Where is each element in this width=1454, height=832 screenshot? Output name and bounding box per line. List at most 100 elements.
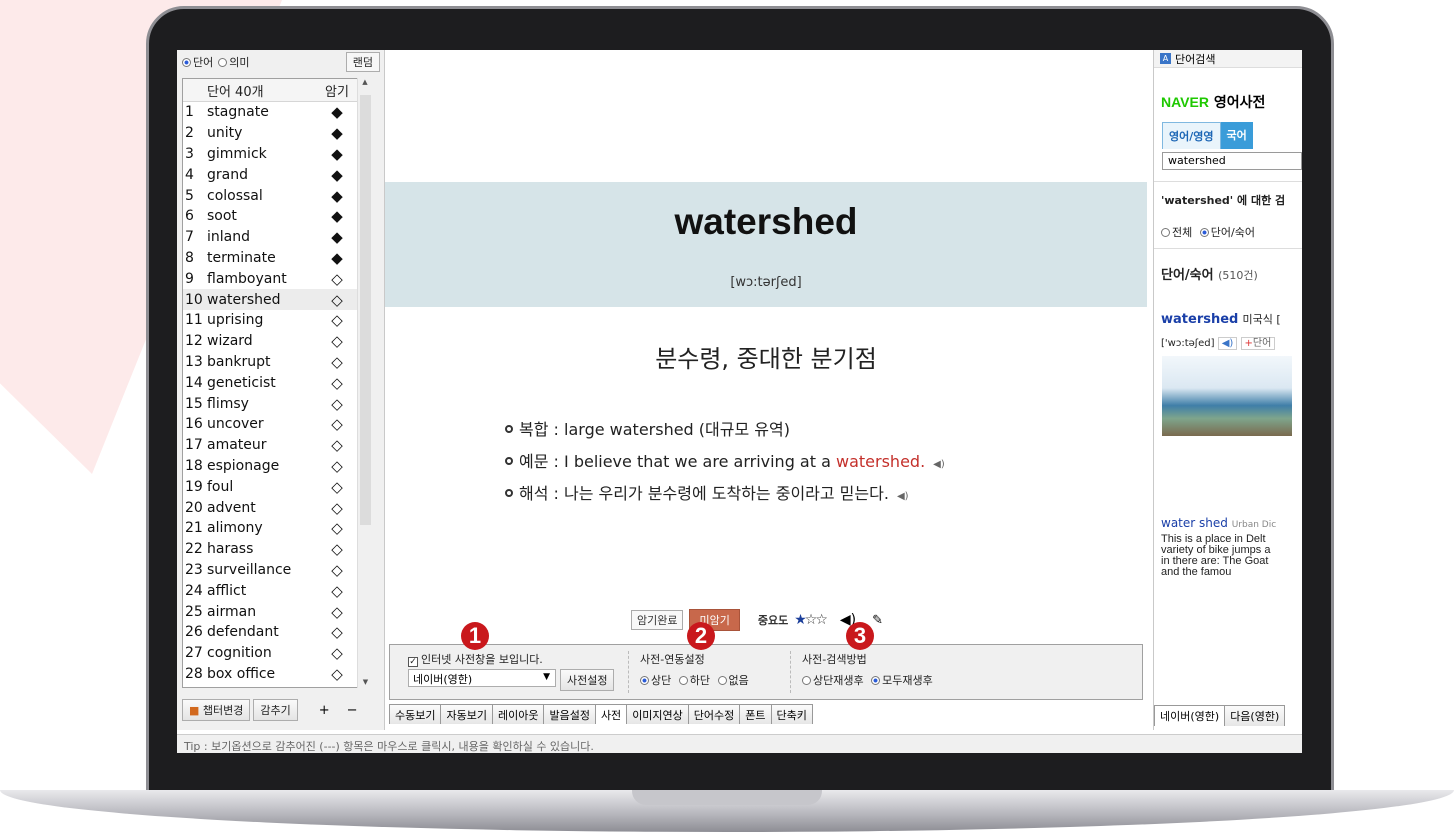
word-row[interactable]: 19 foul ◇ xyxy=(183,476,371,497)
memo-diamond-icon[interactable]: ◇ xyxy=(317,353,357,371)
memo-diamond-icon[interactable]: ◆ xyxy=(317,145,357,163)
word-row[interactable]: 5 colossal ◆ xyxy=(183,185,371,206)
memo-diamond-icon[interactable]: ◇ xyxy=(317,623,357,641)
hide-button[interactable]: 감추기 xyxy=(253,699,298,721)
word-row[interactable]: 26 defendant ◇ xyxy=(183,622,371,643)
word-row[interactable]: 23 surveillance ◇ xyxy=(183,560,371,581)
entry-word-link[interactable]: watershed xyxy=(1161,312,1238,327)
filter-word-radio[interactable]: 단어/숙어 xyxy=(1199,226,1255,239)
option-tab[interactable]: 수동보기 xyxy=(389,704,442,724)
remove-button[interactable]: − xyxy=(347,703,358,718)
word-row[interactable]: 20 advent ◇ xyxy=(183,497,371,518)
word-row[interactable]: 8 terminate ◆ xyxy=(183,248,371,269)
memo-diamond-icon[interactable]: ◇ xyxy=(317,291,357,309)
option-tab[interactable]: 단어수정 xyxy=(687,704,741,724)
option-tab[interactable]: 레이아웃 xyxy=(491,704,545,724)
chapter-change-button[interactable]: ■ 챕터변경 xyxy=(182,699,251,721)
scroll-up-icon[interactable]: ▲ xyxy=(358,78,372,86)
random-button[interactable]: 랜덤 xyxy=(345,52,380,72)
importance-stars[interactable]: ★☆☆ xyxy=(794,612,828,628)
option-tab[interactable]: 자동보기 xyxy=(440,704,493,724)
memo-diamond-icon[interactable]: ◇ xyxy=(317,436,357,454)
word-row[interactable]: 3 gimmick ◆ xyxy=(183,144,371,165)
memo-diamond-icon[interactable]: ◇ xyxy=(317,582,357,600)
word-row[interactable]: 6 soot ◆ xyxy=(183,206,371,227)
add-button[interactable]: + xyxy=(319,703,330,718)
memo-diamond-icon[interactable]: ◆ xyxy=(317,249,357,267)
urban-word-link[interactable]: water shed xyxy=(1161,516,1228,530)
word-row[interactable]: 18 espionage ◇ xyxy=(183,456,371,477)
scrollbar-thumb[interactable] xyxy=(360,95,371,525)
word-row[interactable]: 11 uprising ◇ xyxy=(183,310,371,331)
edit-icon[interactable]: ✎ xyxy=(872,613,883,628)
memo-diamond-icon[interactable]: ◇ xyxy=(317,561,357,579)
option-tab[interactable]: 단축키 xyxy=(770,704,813,724)
memo-diamond-icon[interactable]: ◇ xyxy=(317,644,357,662)
dictionary-search-input[interactable]: watershed xyxy=(1162,152,1302,170)
memo-diamond-icon[interactable]: ◇ xyxy=(317,603,357,621)
word-row[interactable]: 2 unity ◆ xyxy=(183,123,371,144)
naver-logo[interactable]: NAVER 영어사전 xyxy=(1161,92,1265,112)
option-tab[interactable]: 사전 xyxy=(594,704,628,724)
word-row[interactable]: 25 airman ◇ xyxy=(183,601,371,622)
filter-all-radio[interactable]: 전체 xyxy=(1161,226,1192,239)
word-row[interactable]: 24 afflict ◇ xyxy=(183,580,371,601)
word-row[interactable]: 29architectonic◇ xyxy=(183,684,371,687)
word-row[interactable]: 17 amateur ◇ xyxy=(183,435,371,456)
speaker-icon[interactable]: ◀) xyxy=(933,459,945,470)
word-row[interactable]: 13 bankrupt ◇ xyxy=(183,352,371,373)
memo-diamond-icon[interactable]: ◇ xyxy=(317,519,357,537)
word-row[interactable]: 21 alimony ◇ xyxy=(183,518,371,539)
memo-diamond-icon[interactable]: ◇ xyxy=(317,478,357,496)
word-row[interactable]: 27 cognition ◇ xyxy=(183,643,371,664)
add-word-button[interactable]: +단어 xyxy=(1240,337,1276,350)
memo-diamond-icon[interactable]: ◆ xyxy=(317,103,357,121)
search-top-radio[interactable]: 상단재생후 xyxy=(802,674,864,687)
memo-diamond-icon[interactable]: ◆ xyxy=(317,228,357,246)
show-dict-checkbox[interactable]: ✓ 인터넷 사전창을 보입니다. xyxy=(408,651,543,667)
link-none-radio[interactable]: 없음 xyxy=(717,674,749,687)
tab-naver[interactable]: 네이버(영한) xyxy=(1154,705,1226,726)
memo-diamond-icon[interactable]: ◇ xyxy=(317,415,357,433)
mode-word-radio[interactable]: 단어 xyxy=(182,54,213,70)
word-row[interactable]: 1 stagnate ◆ xyxy=(183,102,371,123)
search-all-radio[interactable]: 모두재생후 xyxy=(871,674,933,687)
dictionary-select[interactable]: 네이버(영한) ▼ xyxy=(408,669,556,687)
memorized-button[interactable]: 암기완료 xyxy=(631,610,684,630)
tab-korean[interactable]: 국어 xyxy=(1220,122,1253,149)
word-row[interactable]: 12 wizard ◇ xyxy=(183,331,371,352)
option-tab[interactable]: 폰트 xyxy=(739,704,772,724)
tab-english[interactable]: 영어/영영 xyxy=(1162,122,1221,149)
memo-diamond-icon[interactable]: ◇ xyxy=(317,457,357,475)
memo-diamond-icon[interactable]: ◇ xyxy=(317,395,357,413)
option-tab[interactable]: 발음설정 xyxy=(543,704,596,724)
scroll-down-icon[interactable]: ▼ xyxy=(358,678,373,686)
memo-diamond-icon[interactable]: ◇ xyxy=(317,311,357,329)
memo-diamond-icon[interactable]: ◇ xyxy=(317,270,357,288)
word-row[interactable]: 22 harass ◇ xyxy=(183,539,371,560)
link-bottom-radio[interactable]: 하단 xyxy=(678,674,710,687)
word-row[interactable]: 7 inland ◆ xyxy=(183,227,371,248)
header-word[interactable]: 단어 40개 xyxy=(205,81,317,100)
memo-diamond-icon[interactable]: ◆ xyxy=(317,187,357,205)
dict-setup-button[interactable]: 사전설정 xyxy=(560,669,615,691)
memo-diamond-icon[interactable]: ◆ xyxy=(317,124,357,142)
word-row[interactable]: 10 watershed ◇ xyxy=(183,289,371,310)
option-tab[interactable]: 이미지연상 xyxy=(626,704,689,724)
speaker-icon[interactable]: ◀) xyxy=(897,491,909,502)
word-row[interactable]: 16 uncover ◇ xyxy=(183,414,371,435)
memo-diamond-icon[interactable]: ◆ xyxy=(317,207,357,225)
memo-diamond-icon[interactable]: ◇ xyxy=(317,374,357,392)
word-row[interactable]: 15 flimsy ◇ xyxy=(183,393,371,414)
word-row[interactable]: 4 grand ◆ xyxy=(183,164,371,185)
link-top-radio[interactable]: 상단 xyxy=(640,674,671,687)
memo-diamond-icon[interactable]: ◇ xyxy=(317,540,357,558)
word-row[interactable]: 9 flamboyant ◇ xyxy=(183,268,371,289)
tab-daum[interactable]: 다음(영한) xyxy=(1224,705,1286,726)
memo-diamond-icon[interactable]: ◆ xyxy=(317,166,357,184)
memo-diamond-icon[interactable]: ◇ xyxy=(317,665,357,683)
memo-diamond-icon[interactable]: ◇ xyxy=(317,686,357,687)
memo-diamond-icon[interactable]: ◇ xyxy=(317,332,357,350)
word-row[interactable]: 28 box office ◇ xyxy=(183,664,371,685)
header-memo[interactable]: 암기 xyxy=(317,81,357,100)
